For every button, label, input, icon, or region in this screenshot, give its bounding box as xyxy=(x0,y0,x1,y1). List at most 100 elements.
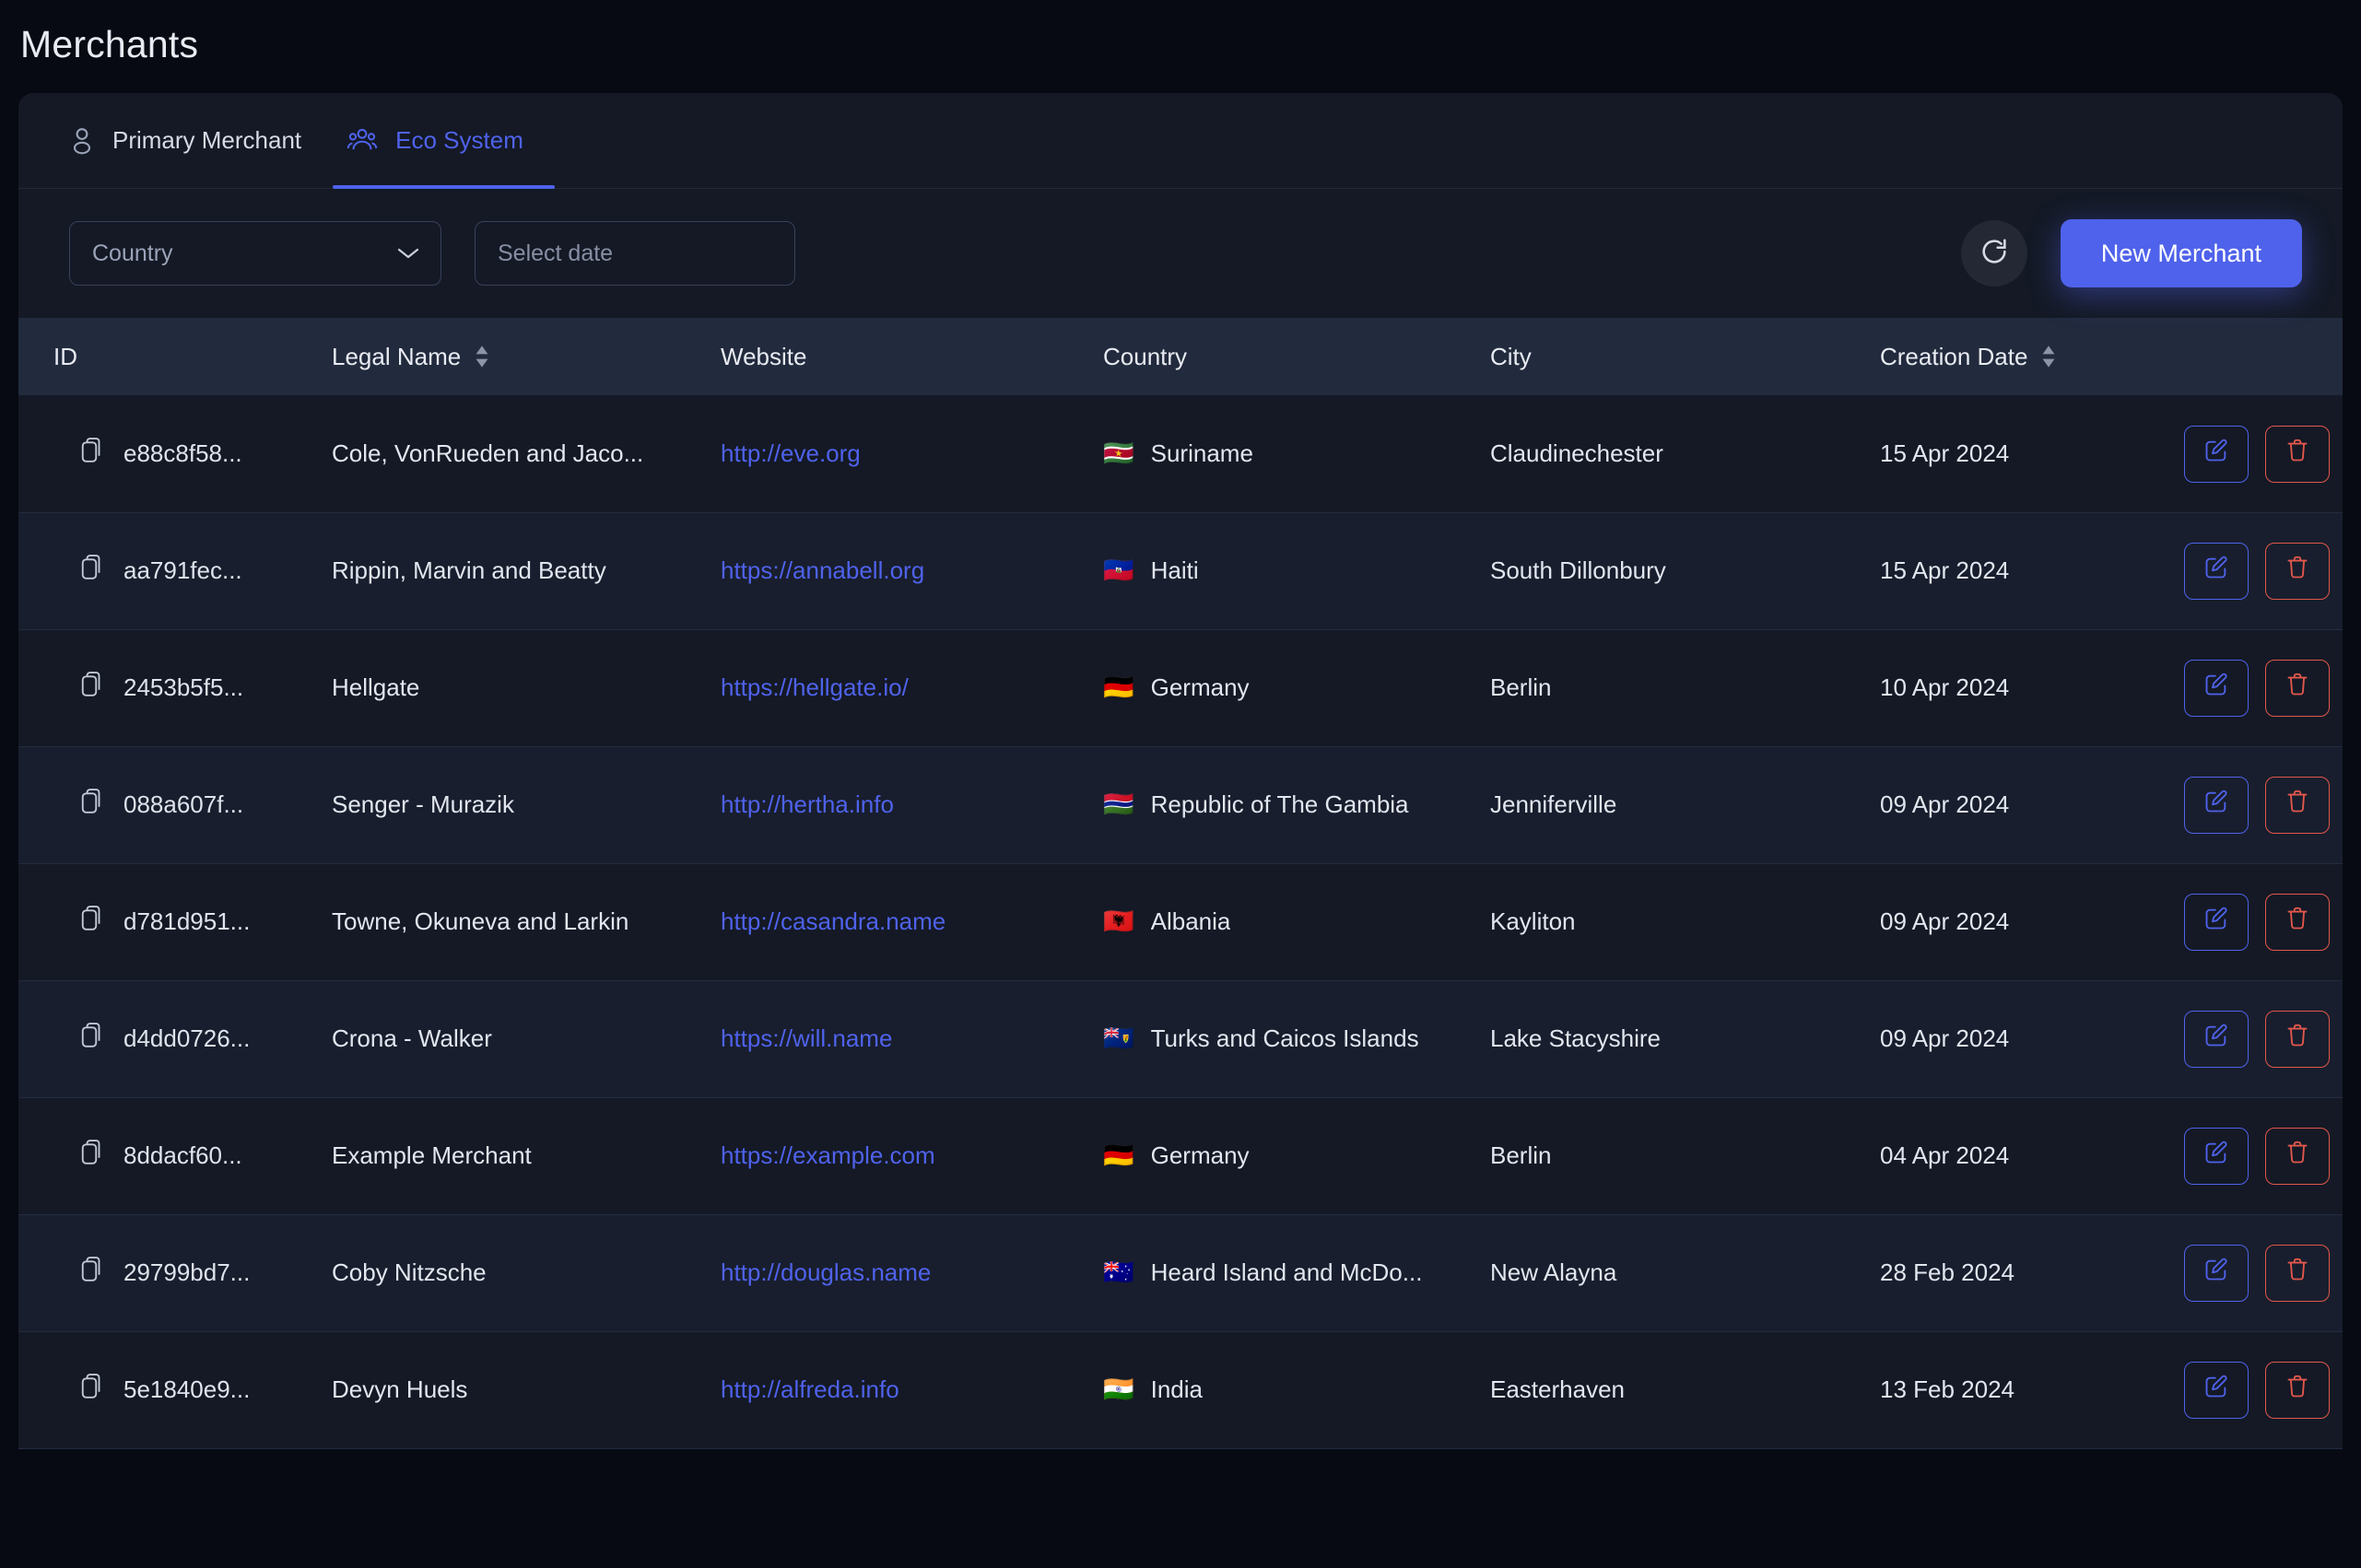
table-head: ID Legal Name Website Country City Creat… xyxy=(18,318,2343,396)
copy-icon[interactable] xyxy=(79,554,103,588)
table-row[interactable]: e88c8f58... Cole, VonRueden and Jaco... ht… xyxy=(18,395,2343,513)
tab-primary-merchant-label: Primary Merchant xyxy=(112,126,302,155)
delete-merchant-button[interactable] xyxy=(2265,425,2330,483)
website-link[interactable]: https://example.com xyxy=(721,1141,935,1169)
delete-merchant-button[interactable] xyxy=(2265,893,2330,951)
cell-id: d781d951... xyxy=(18,863,323,981)
edit-merchant-button[interactable] xyxy=(2184,1010,2249,1068)
cell-country: 🇩🇪 Germany xyxy=(1094,1097,1481,1215)
delete-merchant-button[interactable] xyxy=(2265,1244,2330,1302)
merchant-id-text: 088a607f... xyxy=(123,790,244,819)
column-header-country[interactable]: Country xyxy=(1094,318,1481,396)
cell-city: Lake Stacyshire xyxy=(1481,980,1871,1098)
cell-actions xyxy=(2175,980,2343,1098)
country-flag-icon: 🇭🇲 xyxy=(1103,1258,1134,1288)
tab-bar: Primary Merchant Eco System xyxy=(18,93,2343,190)
column-label-website: Website xyxy=(721,342,807,370)
copy-icon[interactable] xyxy=(79,437,103,471)
edit-merchant-button[interactable] xyxy=(2184,542,2249,600)
sort-icon-legal-name[interactable] xyxy=(474,345,490,369)
table-row[interactable]: 088a607f... Senger - Murazik http://hertha… xyxy=(18,746,2343,864)
table-row[interactable]: d781d951... Towne, Okuneva and Larkin http… xyxy=(18,863,2343,981)
edit-merchant-button[interactable] xyxy=(2184,776,2249,834)
sort-icon-creation-date[interactable] xyxy=(2040,345,2057,369)
cell-city: Jenniferville xyxy=(1481,746,1871,864)
website-link[interactable]: http://eve.org xyxy=(721,439,861,467)
table-row[interactable]: 2453b5f5... Hellgate https://hellgate.io/ 🇩… xyxy=(18,629,2343,747)
trash-icon xyxy=(2285,906,2309,938)
column-header-website[interactable]: Website xyxy=(711,318,1094,396)
delete-merchant-button[interactable] xyxy=(2265,1010,2330,1068)
trash-icon xyxy=(2285,1257,2309,1289)
delete-merchant-button[interactable] xyxy=(2265,1127,2330,1185)
copy-icon[interactable] xyxy=(79,905,103,939)
country-flag-icon: 🇹🇨 xyxy=(1103,1024,1134,1054)
merchant-id-text: 2453b5f5... xyxy=(123,673,244,702)
column-header-creation-date[interactable]: Creation Date xyxy=(1871,318,2175,396)
website-link[interactable]: https://will.name xyxy=(721,1024,892,1052)
copy-icon[interactable] xyxy=(79,1139,103,1173)
edit-merchant-button[interactable] xyxy=(2184,1127,2249,1185)
table-header-row: ID Legal Name Website Country City Creat… xyxy=(18,318,2343,396)
copy-icon[interactable] xyxy=(79,1373,103,1407)
copy-icon[interactable] xyxy=(79,788,103,822)
website-link[interactable]: http://alfreda.info xyxy=(721,1375,899,1403)
cell-city: Kayliton xyxy=(1481,863,1871,981)
delete-merchant-button[interactable] xyxy=(2265,659,2330,717)
edit-pencil-icon xyxy=(2203,555,2229,587)
new-merchant-button[interactable]: New Merchant xyxy=(2060,219,2302,288)
edit-merchant-button[interactable] xyxy=(2184,659,2249,717)
edit-merchant-button[interactable] xyxy=(2184,893,2249,951)
website-link[interactable]: http://hertha.info xyxy=(721,790,894,818)
cell-actions xyxy=(2175,746,2343,864)
tab-primary-merchant[interactable]: Primary Merchant xyxy=(55,93,333,188)
delete-merchant-button[interactable] xyxy=(2265,1361,2330,1419)
refresh-button[interactable] xyxy=(1960,220,2027,287)
country-select[interactable]: Country xyxy=(69,221,441,287)
column-header-legal-name[interactable]: Legal Name xyxy=(323,318,711,396)
filter-bar: Country Select date New Merchant xyxy=(18,189,2343,319)
refresh-icon xyxy=(1979,236,2010,272)
cell-creation-date: 09 Apr 2024 xyxy=(1871,980,2175,1098)
website-link[interactable]: https://hellgate.io/ xyxy=(721,673,909,701)
edit-merchant-button[interactable] xyxy=(2184,425,2249,483)
edit-pencil-icon xyxy=(2203,672,2229,704)
delete-merchant-button[interactable] xyxy=(2265,776,2330,834)
website-link[interactable]: http://douglas.name xyxy=(721,1258,931,1286)
tab-eco-system[interactable]: Eco System xyxy=(333,93,555,190)
table-row[interactable]: 29799bd7... Coby Nitzsche http://douglas.n… xyxy=(18,1214,2343,1332)
column-header-actions xyxy=(2175,318,2343,396)
cell-actions xyxy=(2175,1097,2343,1215)
copy-icon[interactable] xyxy=(79,1022,103,1056)
delete-merchant-button[interactable] xyxy=(2265,542,2330,600)
table-row[interactable]: 5e1840e9... Devyn Huels http://alfreda.inf… xyxy=(18,1331,2343,1449)
column-header-id[interactable]: ID xyxy=(18,318,323,396)
column-header-city[interactable]: City xyxy=(1481,318,1871,396)
website-link[interactable]: https://annabell.org xyxy=(721,556,924,584)
table-row[interactable]: d4dd0726... Crona - Walker https://will.na… xyxy=(18,980,2343,1098)
cell-city: Easterhaven xyxy=(1481,1331,1871,1449)
cell-creation-date: 10 Apr 2024 xyxy=(1871,629,2175,747)
copy-icon[interactable] xyxy=(79,671,103,705)
edit-pencil-icon xyxy=(2203,1257,2229,1289)
date-picker-input[interactable]: Select date xyxy=(475,221,795,287)
cell-website: https://annabell.org xyxy=(711,512,1094,630)
table-row[interactable]: aa791fec... Rippin, Marvin and Beatty http… xyxy=(18,512,2343,630)
website-link[interactable]: http://casandra.name xyxy=(721,907,946,935)
country-flag-icon: 🇩🇪 xyxy=(1103,673,1134,703)
merchant-id-text: e88c8f58... xyxy=(123,439,242,468)
cell-id: aa791fec... xyxy=(18,512,323,630)
merchants-card: Primary Merchant Eco System Country Sele… xyxy=(18,93,2343,1449)
edit-pencil-icon xyxy=(2203,906,2229,938)
cell-creation-date: 09 Apr 2024 xyxy=(1871,746,2175,864)
edit-merchant-button[interactable] xyxy=(2184,1361,2249,1419)
edit-merchant-button[interactable] xyxy=(2184,1244,2249,1302)
table-row[interactable]: 8ddacf60... Example Merchant https://examp… xyxy=(18,1097,2343,1215)
trash-icon xyxy=(2285,672,2309,704)
cell-actions xyxy=(2175,395,2343,513)
copy-icon[interactable] xyxy=(79,1256,103,1290)
cell-id: d4dd0726... xyxy=(18,980,323,1098)
country-name: Republic of The Gambia xyxy=(1150,790,1409,819)
country-flag-icon: 🇩🇪 xyxy=(1103,1141,1134,1171)
column-label-country: Country xyxy=(1103,342,1188,370)
